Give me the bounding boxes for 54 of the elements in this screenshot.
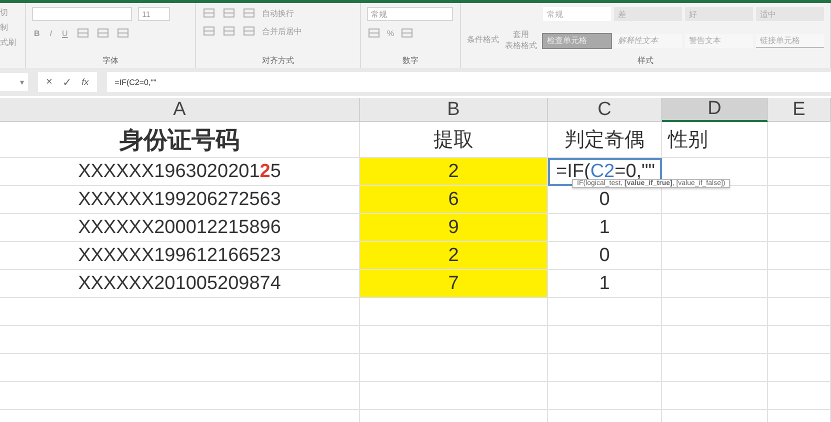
cell-style-option[interactable]: 警告文本: [685, 34, 753, 48]
digit-cell: 9: [448, 216, 459, 238]
format-button[interactable]: U: [60, 28, 70, 38]
column-header[interactable]: B: [360, 98, 548, 122]
digit-cell: 6: [448, 188, 459, 210]
parity-cell: 0: [599, 188, 610, 210]
cell-style-option[interactable]: 链接单元格: [756, 34, 824, 48]
digit-cell: 2: [448, 160, 459, 182]
group-label: 字体: [102, 55, 118, 66]
group-label: 对齐方式: [262, 55, 294, 66]
id-number-cell: XXXXXX201005209874: [78, 272, 281, 294]
column-header[interactable]: D: [662, 98, 768, 122]
clipboard-command[interactable]: 制: [0, 22, 19, 33]
parity-cell: 1: [599, 272, 610, 294]
digit-cell: 2: [448, 244, 459, 266]
digit-cell: 7: [448, 272, 459, 294]
parity-cell: 1: [599, 216, 610, 238]
conditional-formatting-button[interactable]: 条件格式: [467, 34, 499, 45]
enter-button[interactable]: ✓: [62, 76, 72, 88]
id-number-cell: XXXXXX199206272563: [78, 188, 281, 210]
format-button[interactable]: B: [32, 28, 42, 38]
id-number-cell: XXXXXX200012215896: [78, 216, 281, 238]
merge-center-button[interactable]: 合并后居中: [262, 26, 302, 36]
number-format-field[interactable]: 常规: [367, 7, 453, 21]
id-number-cell: XXXXXX196302020125: [78, 160, 281, 182]
cell-style-option[interactable]: 好: [685, 7, 753, 21]
header-cell-text: 性别: [668, 128, 708, 153]
format-button[interactable]: I: [48, 28, 54, 38]
header-cell-text: 提取: [434, 128, 474, 153]
cancel-button[interactable]: ×: [46, 76, 52, 88]
cell-style-option[interactable]: 常规: [543, 7, 611, 21]
column-header[interactable]: A: [0, 98, 360, 122]
clipboard-command[interactable]: 式刷: [0, 37, 19, 48]
parity-cell: 0: [599, 244, 610, 266]
cell-style-option[interactable]: 检查单元格: [543, 34, 611, 48]
cell-style-option[interactable]: 解释性文本: [614, 34, 682, 48]
id-number-cell: XXXXXX199612166523: [78, 244, 281, 266]
clipboard-command[interactable]: 切: [0, 7, 19, 18]
header-cell-text: 身份证号码: [120, 126, 240, 156]
cell-style-option[interactable]: 适中: [756, 7, 824, 21]
font-name-field[interactable]: [32, 7, 132, 21]
header-cell-text: 判定奇偶: [564, 128, 644, 153]
percent-button[interactable]: %: [387, 28, 394, 38]
name-box[interactable]: ▾: [0, 73, 28, 91]
column-header[interactable]: C: [548, 98, 662, 122]
cell-style-option[interactable]: 差: [614, 7, 682, 21]
group-label: 数字: [402, 55, 418, 66]
group-label: 样式: [638, 55, 654, 66]
wrap-text-button[interactable]: 自动换行: [262, 8, 294, 18]
formula-field[interactable]: =IF(C2=0,"": [106, 72, 831, 92]
insert-function-button[interactable]: fx: [82, 77, 89, 87]
format-as-table-button[interactable]: 套用 表格格式: [505, 29, 537, 51]
column-header[interactable]: E: [768, 98, 831, 122]
font-size-field[interactable]: 11: [138, 7, 170, 21]
